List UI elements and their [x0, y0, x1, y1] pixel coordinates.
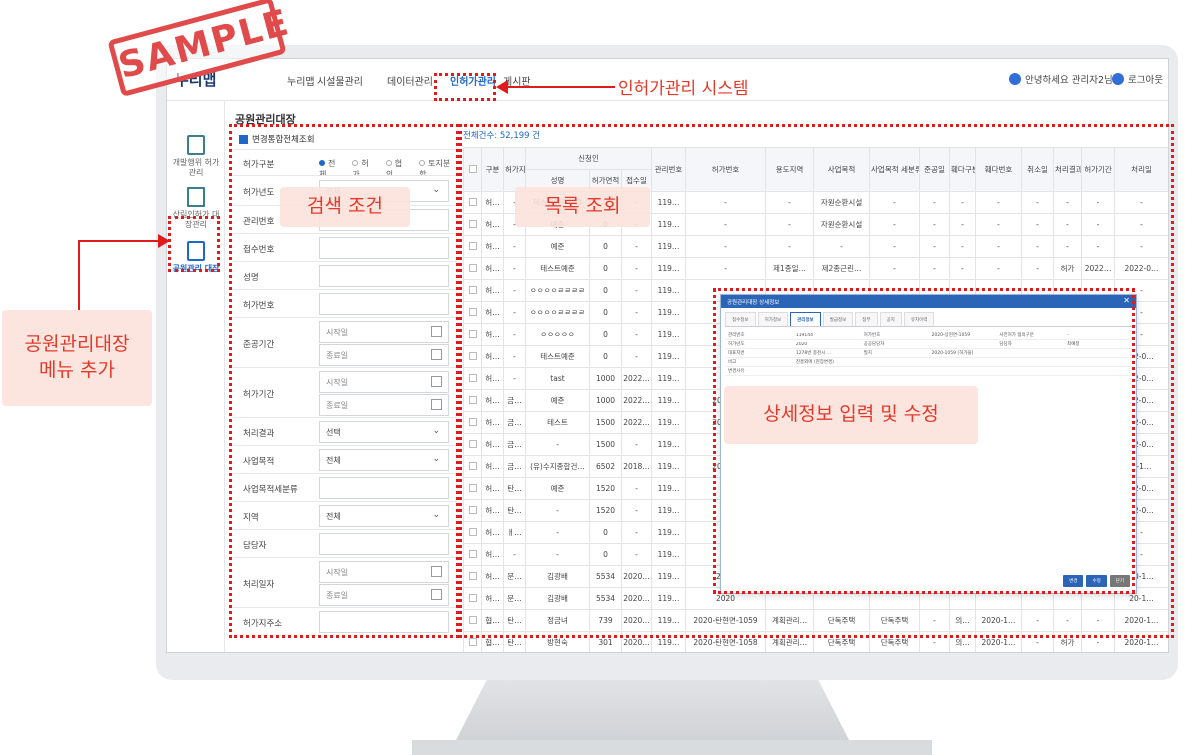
side-navigation: 개발행위 허가관리 산림인허가 대장관리 공원관리 대장 — [167, 101, 225, 652]
user-icon — [1009, 73, 1021, 85]
callout-list: 목록 조회 — [515, 187, 650, 227]
stage: 누리맵 누리맵 시설물관리 데이터관리 인허가관리 게시판 안녕하세요 관리자2… — [0, 0, 1185, 755]
nav-data[interactable]: 데이터관리 — [387, 73, 433, 88]
monitor-icon — [187, 187, 205, 207]
highlight-park-menu — [168, 216, 220, 272]
logout-label: 로그아웃 — [1128, 75, 1163, 86]
sidenav-item-dev-permit[interactable]: 개발행위 허가관리 — [169, 135, 223, 177]
logout-button[interactable]: 로그아웃 — [1112, 72, 1163, 86]
arrow-line — [505, 86, 615, 88]
arrow-head — [158, 234, 170, 248]
logout-icon — [1112, 73, 1124, 85]
callout-system: 인허가관리 시스템 — [618, 79, 749, 99]
nav-facility[interactable]: 시설물관리 — [317, 73, 363, 88]
monitor-stand — [455, 680, 850, 742]
callout-detail: 상세정보 입력 및 수정 — [724, 386, 978, 444]
nav-nurimap[interactable]: 누리맵 — [287, 73, 315, 88]
arrow-line — [78, 240, 80, 310]
highlight-permit-nav — [434, 73, 496, 101]
sidenav-label: 개발행위 허가관리 — [172, 158, 220, 177]
user-greeting: 안녕하세요 관리자2님 — [1009, 72, 1113, 86]
callout-search: 검색 조건 — [280, 187, 410, 227]
greeting-text: 안녕하세요 관리자2님 — [1025, 75, 1113, 86]
arrow-head — [496, 80, 508, 94]
arrow-line — [78, 240, 160, 242]
clipboard-icon — [187, 135, 205, 155]
monitor-base — [412, 740, 932, 755]
callout-menu: 공원관리대장 메뉴 추가 — [2, 310, 152, 406]
